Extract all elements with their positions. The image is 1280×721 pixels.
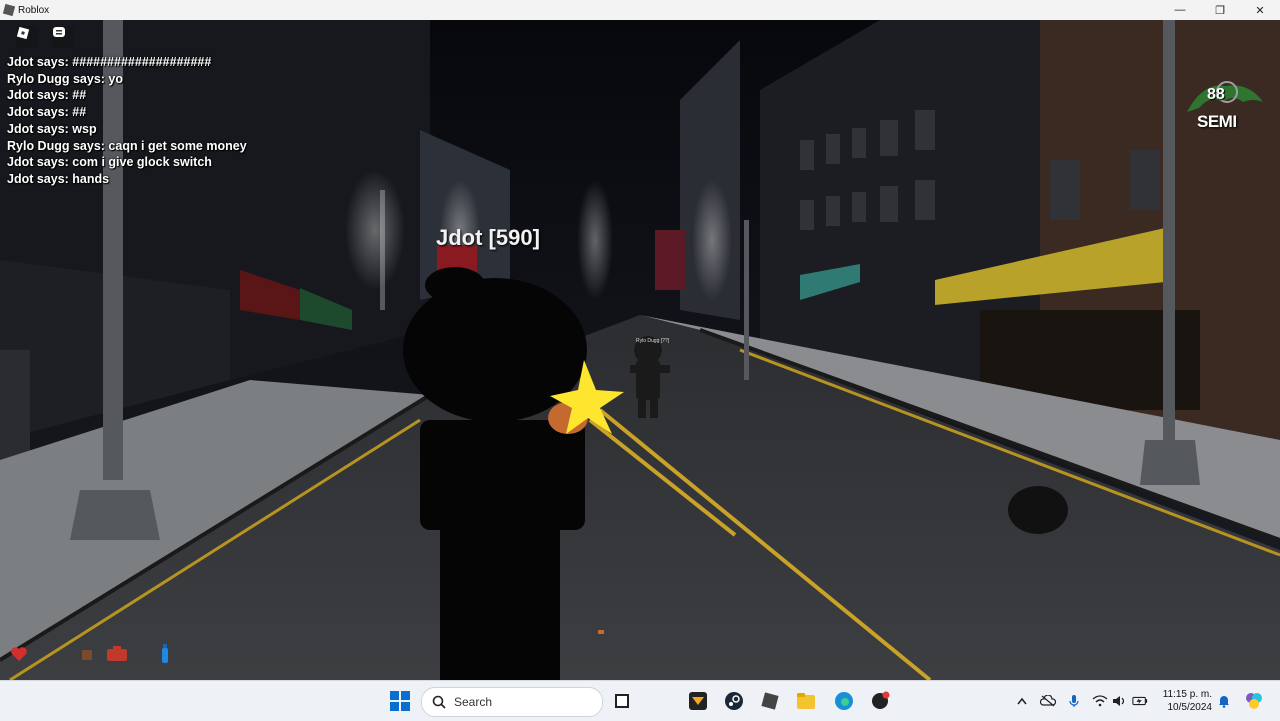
- record-icon: [872, 691, 890, 709]
- player-nametag: Jdot [590]: [436, 225, 540, 250]
- app-logo-icon: [689, 692, 707, 710]
- clock-date: 10/5/2024: [1167, 702, 1213, 713]
- roblox-app-icon: [761, 692, 779, 710]
- cloud-offline-icon: [1040, 695, 1056, 707]
- streamer-logo: 88 SEMI: [1183, 72, 1267, 132]
- close-button[interactable]: ✕: [1240, 0, 1280, 20]
- speaker-icon: [1113, 696, 1125, 706]
- heart-icon: [11, 647, 27, 661]
- chat-message: Rylo Dugg says: caqn i get some money: [7, 138, 247, 153]
- chat-log: Jdot says: #################### Rylo Dug…: [7, 54, 247, 188]
- ammo-icon: [82, 650, 92, 660]
- edge-icon: [835, 692, 853, 710]
- steam-icon: [725, 692, 743, 710]
- tray-wifi[interactable]: [1092, 693, 1108, 709]
- chat-message: Jdot says: com i give glock switch: [7, 155, 212, 170]
- task-view-button[interactable]: [610, 689, 634, 713]
- tray-notifications[interactable]: [1216, 693, 1232, 709]
- window-title: Roblox: [18, 4, 50, 16]
- copilot-icon: [1246, 693, 1262, 709]
- clock-time: 11:15 p. m.: [1162, 689, 1212, 700]
- microphone-icon: [1069, 695, 1079, 707]
- task-view-icon: [615, 694, 629, 708]
- taskbar-app-steam[interactable]: [722, 689, 746, 713]
- chevron-up-icon: [1017, 697, 1027, 705]
- maximize-button[interactable]: ❐: [1200, 0, 1240, 20]
- taskbar-app-vpn[interactable]: [686, 689, 710, 713]
- chat-message: Jdot says: ##: [7, 88, 87, 103]
- tray-onedrive[interactable]: [1040, 693, 1056, 709]
- chat-message: Jdot says: hands: [7, 171, 110, 186]
- chat-toggle-button[interactable]: [52, 26, 74, 48]
- roblox-menu-button[interactable]: [16, 26, 38, 48]
- start-button[interactable]: [388, 689, 412, 713]
- tray-battery[interactable]: [1132, 693, 1148, 709]
- water-bottle-icon: [162, 644, 168, 663]
- roblox-logo-icon: [16, 26, 30, 40]
- chat-message: Jdot says: ##: [7, 105, 87, 120]
- chat-icon: [53, 27, 65, 37]
- logo-label: SEMI: [1197, 112, 1237, 131]
- tray-volume[interactable]: [1112, 693, 1128, 709]
- search-icon: [432, 695, 446, 709]
- game-viewport[interactable]: Jdot says: #################### Rylo Dug…: [0, 20, 1280, 680]
- battery-charging-icon: [1132, 696, 1148, 706]
- taskbar-clock[interactable]: 11:15 p. m. 10/5/2024: [1158, 688, 1212, 714]
- enemy-nametag: Rylo Dugg [??]: [636, 338, 670, 344]
- roblox-logo-icon: [2, 3, 16, 17]
- taskbar-search[interactable]: Search: [421, 687, 603, 717]
- taskbar-app-roblox[interactable]: [758, 689, 782, 713]
- chat-message: Rylo Dugg says: yo: [7, 71, 123, 86]
- minimize-button[interactable]: —: [1160, 0, 1200, 20]
- chat-message: Jdot says: wsp: [7, 121, 97, 136]
- logo-number: 88: [1207, 86, 1225, 103]
- folder-icon: [797, 693, 815, 709]
- wifi-icon: [1092, 695, 1108, 707]
- taskbar-app-recorder[interactable]: [868, 689, 892, 713]
- chat-message: Jdot says: ####################: [7, 55, 212, 69]
- windows-taskbar: Search 11:15 p. m. 10/5/2024: [0, 680, 1280, 721]
- tray-overflow-chevron[interactable]: [1014, 693, 1030, 709]
- search-placeholder: Search: [454, 695, 493, 709]
- taskbar-app-edge[interactable]: [832, 689, 856, 713]
- bell-icon: [1219, 696, 1229, 708]
- window-titlebar: Roblox — ❐ ✕: [0, 0, 1280, 20]
- taskbar-app-file-explorer[interactable]: [794, 689, 818, 713]
- windows-logo-icon: [390, 691, 410, 711]
- tray-microphone[interactable]: [1066, 693, 1082, 709]
- inventory-icon[interactable]: [106, 646, 128, 662]
- tray-copilot[interactable]: [1244, 691, 1264, 711]
